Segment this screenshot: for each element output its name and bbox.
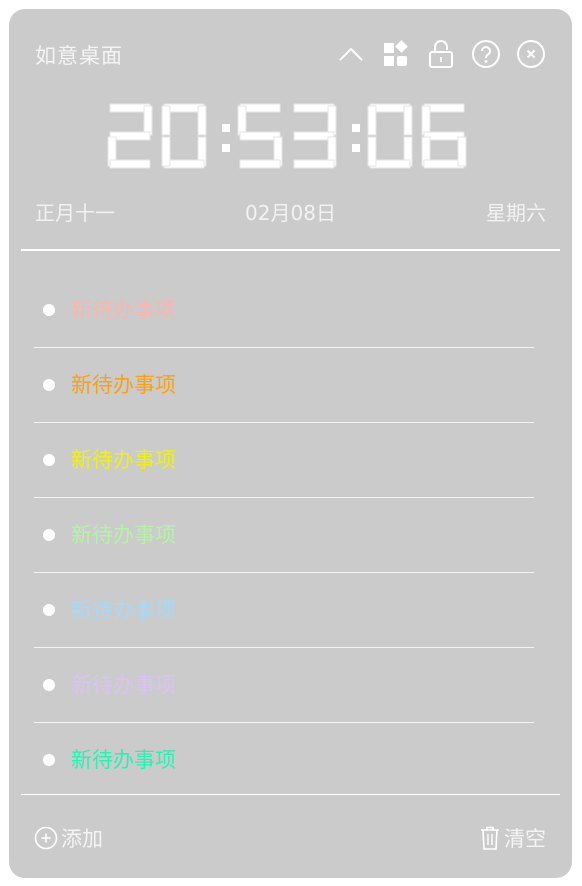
close-icon[interactable] bbox=[514, 37, 548, 71]
todo-text[interactable]: 新待办事项 bbox=[71, 296, 176, 324]
todo-item[interactable]: 新待办事项 bbox=[34, 648, 534, 723]
todo-text[interactable]: 新待办事项 bbox=[71, 371, 176, 399]
clock-segment bbox=[367, 136, 376, 167]
app-title: 如意桌面 bbox=[35, 44, 123, 68]
lock-icon[interactable] bbox=[424, 37, 458, 71]
clock-segment bbox=[143, 105, 152, 136]
clock-colon-dot bbox=[351, 124, 360, 132]
clear-button[interactable]: 清空 bbox=[479, 823, 546, 853]
clock-colon-dot bbox=[221, 124, 230, 132]
clock-digit bbox=[237, 103, 282, 169]
clock-digit bbox=[367, 103, 412, 169]
todo-item[interactable]: 新待办事项 bbox=[34, 723, 534, 798]
todo-bullet[interactable] bbox=[43, 529, 55, 541]
clock-digit bbox=[107, 103, 152, 169]
clock-digit bbox=[293, 103, 336, 169]
clock-segment bbox=[293, 159, 334, 169]
clock-segment bbox=[421, 105, 430, 136]
add-label: 添加 bbox=[61, 827, 103, 851]
todo-bullet[interactable] bbox=[43, 304, 55, 316]
todo-text[interactable]: 新待办事项 bbox=[71, 671, 176, 699]
add-button[interactable]: 添加 bbox=[34, 823, 103, 853]
todo-bullet[interactable] bbox=[43, 754, 55, 766]
clock-segment bbox=[237, 105, 246, 136]
todo-item[interactable]: 新待办事项 bbox=[34, 573, 534, 648]
clock-segment bbox=[161, 136, 170, 167]
todo-bullet[interactable] bbox=[43, 679, 55, 691]
help-icon[interactable] bbox=[469, 37, 503, 71]
trash-icon bbox=[481, 826, 499, 850]
footer-divider bbox=[21, 794, 560, 795]
todo-text[interactable]: 新待办事项 bbox=[71, 746, 176, 774]
clock-display bbox=[107, 103, 466, 169]
todo-bullet[interactable] bbox=[43, 379, 55, 391]
clock-segment bbox=[327, 105, 336, 136]
todo-bullet[interactable] bbox=[43, 454, 55, 466]
solar-date: 02月08日 bbox=[245, 201, 336, 225]
todo-text[interactable]: 新待办事项 bbox=[71, 446, 176, 474]
clock-segment bbox=[197, 105, 206, 136]
add-circle-icon bbox=[34, 826, 58, 850]
todo-text[interactable]: 新待办事项 bbox=[71, 596, 176, 624]
widgets-icon[interactable] bbox=[379, 37, 413, 71]
todo-item[interactable]: 新待办事项 bbox=[34, 498, 534, 573]
desktop-widget-window: 如意桌面 正月十一 02月08日 星期六 新待办事项 新待办事项 新待办事项 新… bbox=[9, 9, 572, 878]
clear-label: 清空 bbox=[504, 827, 546, 851]
todo-item[interactable]: 新待办事项 bbox=[34, 273, 534, 348]
date-row: 正月十一 02月08日 星期六 bbox=[35, 197, 546, 227]
clock-segment bbox=[403, 105, 412, 136]
todo-list: 新待办事项 新待办事项 新待办事项 新待办事项 新待办事项 新待办事项 新待办事项 bbox=[34, 273, 534, 798]
header-divider bbox=[21, 249, 560, 251]
todo-item[interactable]: 新待办事项 bbox=[34, 423, 534, 498]
todo-bullet[interactable] bbox=[43, 604, 55, 616]
clock-segment bbox=[239, 159, 280, 169]
clock-segment bbox=[367, 105, 376, 136]
clock-digit bbox=[421, 103, 466, 169]
todo-item[interactable]: 新待办事项 bbox=[34, 348, 534, 423]
clock-segment bbox=[457, 136, 466, 167]
clock-segment bbox=[161, 105, 170, 136]
clock-digit bbox=[161, 103, 206, 169]
clock-colon-dot bbox=[221, 144, 230, 152]
weekday: 星期六 bbox=[486, 201, 546, 225]
title-toolbar bbox=[334, 37, 559, 71]
clock-segment bbox=[109, 159, 150, 169]
digital-clock bbox=[9, 91, 572, 181]
clock-colon-dot bbox=[351, 144, 360, 152]
todo-text[interactable]: 新待办事项 bbox=[71, 521, 176, 549]
collapse-icon[interactable] bbox=[334, 37, 368, 71]
